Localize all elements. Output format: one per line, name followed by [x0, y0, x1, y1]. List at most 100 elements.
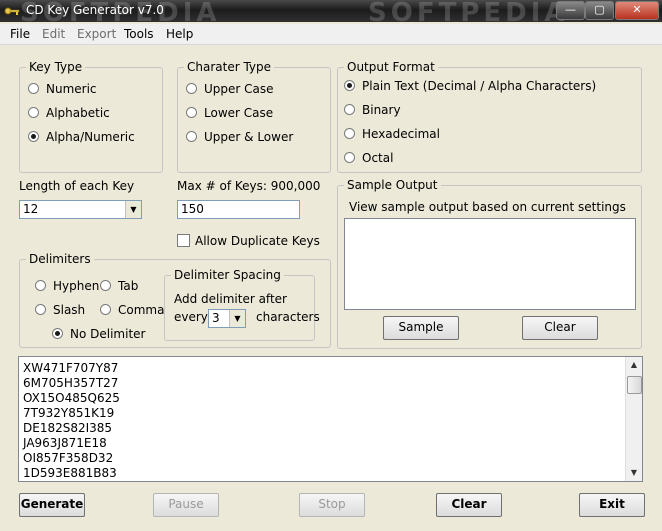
radio-binary[interactable]: Binary: [344, 103, 401, 117]
key-line: 1D593E881B83: [23, 466, 117, 480]
radio-hyphen-label: Hyphen: [53, 279, 100, 293]
radio-plain-text-label: Plain Text (Decimal / Alpha Characters): [362, 79, 597, 93]
radio-indicator: [28, 107, 39, 118]
scroll-up-icon[interactable]: ▲: [626, 357, 642, 373]
key-line: XW471F707Y87: [23, 361, 119, 375]
allow-duplicates-checkbox[interactable]: [177, 234, 190, 247]
sample-button[interactable]: Sample: [383, 316, 459, 340]
delimiter-spacing-value: 3: [212, 311, 220, 325]
delimiter-spacing-group: Delimiter Spacing Add delimiter after ev…: [164, 268, 320, 341]
radio-octal[interactable]: Octal: [344, 151, 393, 165]
radio-indicator: [35, 280, 46, 291]
key-line: 7T932Y851K19: [23, 406, 115, 420]
radio-comma[interactable]: Comma: [100, 303, 164, 317]
radio-indicator: [35, 304, 46, 315]
keys-output-list[interactable]: XW471F707Y87 6M705H357T27 OX15O485Q625 7…: [18, 356, 643, 482]
key-type-group: Key Type Numeric Alphabetic Alpha/Numeri…: [19, 60, 163, 173]
delimiter-characters-label: characters: [256, 310, 320, 324]
exit-button[interactable]: Exit: [579, 493, 645, 517]
minimize-button[interactable]: —: [556, 1, 585, 20]
delimiter-spacing-legend: Delimiter Spacing: [171, 268, 284, 282]
key-icon: [4, 7, 20, 15]
radio-lower-case-label: Lower Case: [204, 106, 274, 120]
delimiters-group: Delimiters Hyphen Tab Slash Comma No Del…: [19, 252, 331, 348]
allow-duplicates-label: Allow Duplicate Keys: [195, 234, 320, 248]
title-bar: SOFTPEDIA SOFTPEDIA CD Key Generator v7.…: [0, 0, 662, 28]
radio-binary-label: Binary: [362, 103, 401, 117]
radio-comma-label: Comma: [118, 303, 165, 317]
radio-numeric-label: Numeric: [46, 82, 97, 96]
radio-no-delimiter-label: No Delimiter: [70, 327, 146, 341]
generate-button[interactable]: Generate: [19, 493, 85, 517]
key-line: 6M705H357T27: [23, 376, 119, 390]
menu-tools[interactable]: Tools: [124, 27, 154, 41]
key-line: OI857F358D32: [23, 451, 114, 465]
chevron-down-icon[interactable]: ▼: [229, 310, 245, 327]
length-combo[interactable]: 12 ▼: [19, 200, 142, 219]
radio-lower-case[interactable]: Lower Case: [186, 106, 273, 120]
close-button[interactable]: ✕: [615, 1, 659, 20]
sample-output-legend: Sample Output: [344, 178, 441, 192]
radio-indicator-selected: [28, 131, 39, 142]
menu-edit[interactable]: Edit: [42, 27, 65, 41]
chevron-down-icon[interactable]: ▼: [125, 201, 141, 218]
sample-output-group: Sample Output View sample output based o…: [337, 178, 642, 349]
charater-type-group: Charater Type Upper Case Lower Case Uppe…: [177, 60, 331, 173]
radio-no-delimiter[interactable]: No Delimiter: [52, 327, 145, 341]
length-value: 12: [23, 202, 39, 216]
radio-upper-lower-label: Upper & Lower: [204, 130, 294, 144]
key-line: DE182S82I385: [23, 421, 113, 435]
key-line: OX15O485Q625: [23, 391, 120, 405]
radio-alphabetic[interactable]: Alphabetic: [28, 106, 110, 120]
max-keys-label: Max # of Keys: 900,000: [177, 179, 321, 193]
window-title: CD Key Generator v7.0: [26, 3, 164, 17]
radio-slash[interactable]: Slash: [35, 303, 85, 317]
delimiters-legend: Delimiters: [26, 252, 94, 266]
app-window: SOFTPEDIA SOFTPEDIA CD Key Generator v7.…: [0, 0, 662, 531]
radio-tab[interactable]: Tab: [100, 279, 138, 293]
radio-indicator: [100, 304, 111, 315]
key-type-legend: Key Type: [26, 60, 86, 74]
clear-button[interactable]: Clear: [436, 493, 502, 517]
radio-indicator: [186, 107, 197, 118]
radio-octal-label: Octal: [362, 151, 394, 165]
radio-slash-label: Slash: [53, 303, 86, 317]
stop-button[interactable]: Stop: [299, 493, 365, 517]
sample-output-box[interactable]: [344, 218, 636, 310]
radio-indicator: [186, 83, 197, 94]
radio-indicator: [344, 152, 355, 163]
radio-indicator-selected: [52, 328, 63, 339]
radio-tab-label: Tab: [118, 279, 139, 293]
radio-indicator: [186, 131, 197, 142]
radio-alphabetic-label: Alphabetic: [46, 106, 110, 120]
scroll-down-icon[interactable]: ▼: [626, 465, 642, 481]
menu-help[interactable]: Help: [166, 27, 193, 41]
radio-hexadecimal-label: Hexadecimal: [362, 127, 440, 141]
radio-hexadecimal[interactable]: Hexadecimal: [344, 127, 440, 141]
radio-numeric[interactable]: Numeric: [28, 82, 97, 96]
delimiter-every-label: every: [174, 310, 208, 324]
radio-upper-case-label: Upper Case: [204, 82, 274, 96]
scrollbar-thumb[interactable]: [627, 376, 642, 394]
radio-upper-lower[interactable]: Upper & Lower: [186, 130, 293, 144]
radio-indicator-selected: [344, 80, 355, 91]
radio-upper-case[interactable]: Upper Case: [186, 82, 274, 96]
radio-plain-text[interactable]: Plain Text (Decimal / Alpha Characters): [344, 79, 596, 93]
radio-alphanumeric-label: Alpha/Numeric: [46, 130, 135, 144]
max-keys-input[interactable]: 150: [177, 200, 300, 219]
radio-alphanumeric[interactable]: Alpha/Numeric: [28, 130, 135, 144]
menu-bar: File Edit Export Tools Help: [0, 24, 662, 45]
pause-button[interactable]: Pause: [153, 493, 219, 517]
delimiter-spacing-combo[interactable]: 3 ▼: [208, 309, 246, 328]
radio-indicator: [100, 280, 111, 291]
radio-indicator: [344, 128, 355, 139]
sample-clear-button[interactable]: Clear: [522, 316, 598, 340]
vertical-scrollbar[interactable]: ▲ ▼: [625, 357, 642, 481]
delimiter-spacing-text: Add delimiter after: [174, 292, 287, 306]
maximize-button[interactable]: ▢: [585, 1, 614, 20]
key-line: JA963J871E18: [23, 436, 107, 450]
radio-indicator: [28, 83, 39, 94]
menu-export[interactable]: Export: [77, 27, 116, 41]
menu-file[interactable]: File: [10, 27, 30, 41]
radio-hyphen[interactable]: Hyphen: [35, 279, 99, 293]
